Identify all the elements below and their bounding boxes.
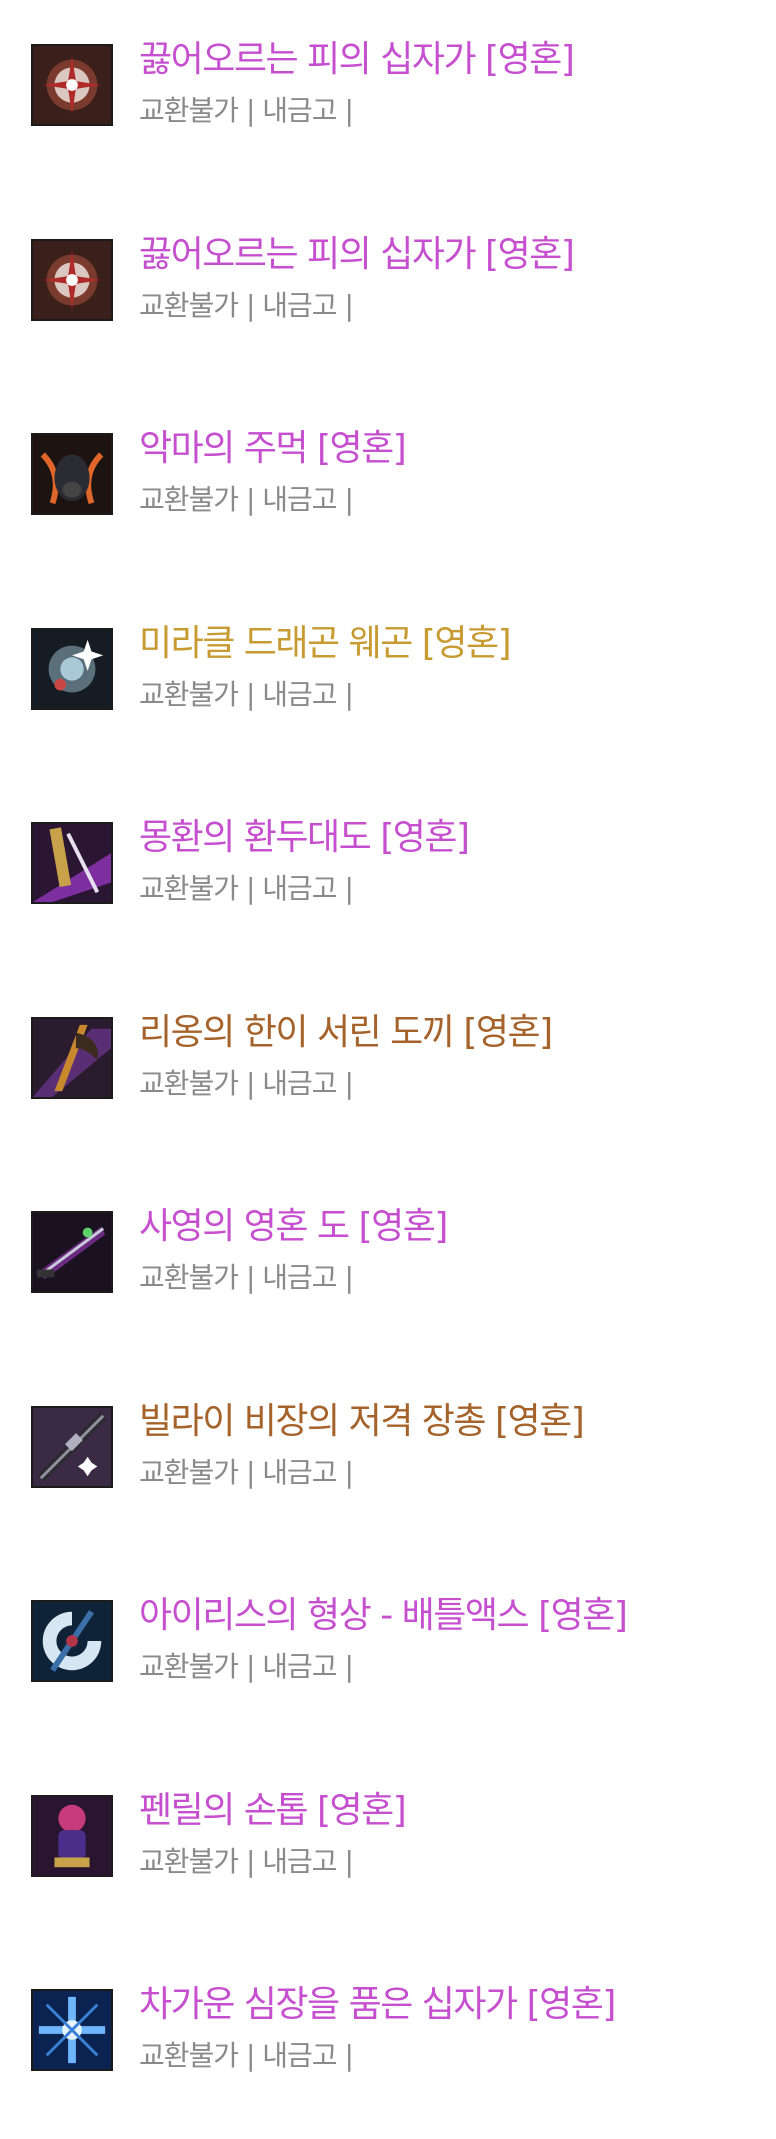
item-name[interactable]: 악마의 주먹 [영혼]: [139, 427, 407, 471]
sniper-rifle-icon: [31, 1406, 113, 1488]
item-name[interactable]: 끓어오르는 피의 십자가 [영혼]: [139, 38, 575, 82]
item-name[interactable]: 차가운 심장을 품은 십자가 [영혼]: [139, 1983, 616, 2027]
list-item[interactable]: 차가운 심장을 품은 십자가 [영혼] 교환불가 | 내금고 |: [0, 1984, 776, 2139]
dream-sword-icon: [31, 822, 113, 904]
list-item[interactable]: 미라클 드래곤 웨곤 [영혼] 교환불가 | 내금고 |: [0, 623, 776, 778]
item-name[interactable]: 아이리스의 형상 - 배틀액스 [영혼]: [139, 1594, 628, 1638]
item-name[interactable]: 펜릴의 손톱 [영혼]: [139, 1789, 407, 1833]
list-item[interactable]: 펜릴의 손톱 [영혼] 교환불가 | 내금고 |: [0, 1790, 776, 1945]
item-name[interactable]: 몽환의 환두대도 [영혼]: [139, 816, 470, 860]
item-meta: 교환불가 | 내금고 |: [139, 678, 354, 711]
item-meta: 교환불가 | 내금고 |: [139, 483, 354, 516]
item-meta: 교환불가 | 내금고 |: [139, 872, 354, 905]
list-item[interactable]: 빌라이 비장의 저격 장총 [영혼] 교환불가 | 내금고 |: [0, 1401, 776, 1556]
item-meta: 교환불가 | 내금고 |: [139, 2039, 354, 2072]
soul-blade-icon: [31, 1211, 113, 1293]
list-item[interactable]: 끓어오르는 피의 십자가 [영혼] 교환불가 | 내금고 |: [0, 39, 776, 194]
blood-cross-icon: [31, 44, 113, 126]
item-meta: 교환불가 | 내금고 |: [139, 1845, 354, 1878]
axe-icon: [31, 1017, 113, 1099]
item-meta: 교환불가 | 내금고 |: [139, 1261, 354, 1294]
list-item[interactable]: 악마의 주먹 [영혼] 교환불가 | 내금고 |: [0, 428, 776, 583]
item-name[interactable]: 빌라이 비장의 저격 장총 [영혼]: [139, 1400, 585, 1444]
demon-fist-icon: [31, 433, 113, 515]
item-meta: 교환불가 | 내금고 |: [139, 94, 354, 127]
item-meta: 교환불가 | 내금고 |: [139, 289, 354, 322]
item-name[interactable]: 사영의 영혼 도 [영혼]: [139, 1205, 448, 1249]
list-item[interactable]: 사영의 영혼 도 [영혼] 교환불가 | 내금고 |: [0, 1206, 776, 1361]
fenrir-claw-icon: [31, 1795, 113, 1877]
item-name[interactable]: 끓어오르는 피의 십자가 [영혼]: [139, 233, 575, 277]
list-item[interactable]: 몽환의 환두대도 [영혼] 교환불가 | 내금고 |: [0, 817, 776, 972]
battle-axe-icon: [31, 1600, 113, 1682]
list-item[interactable]: 리옹의 한이 서린 도끼 [영혼] 교환불가 | 내금고 |: [0, 1012, 776, 1167]
list-item[interactable]: 아이리스의 형상 - 배틀액스 [영혼] 교환불가 | 내금고 |: [0, 1595, 776, 1750]
item-meta: 교환불가 | 내금고 |: [139, 1650, 354, 1683]
item-meta: 교환불가 | 내금고 |: [139, 1456, 354, 1489]
ice-cross-icon: [31, 1989, 113, 2071]
item-name[interactable]: 미라클 드래곤 웨곤 [영혼]: [139, 622, 512, 666]
item-meta: 교환불가 | 내금고 |: [139, 1067, 354, 1100]
blood-cross-icon: [31, 239, 113, 321]
list-item[interactable]: 끓어오르는 피의 십자가 [영혼] 교환불가 | 내금고 |: [0, 234, 776, 389]
dragon-wagon-icon: [31, 628, 113, 710]
item-name[interactable]: 리옹의 한이 서린 도끼 [영혼]: [139, 1011, 553, 1055]
